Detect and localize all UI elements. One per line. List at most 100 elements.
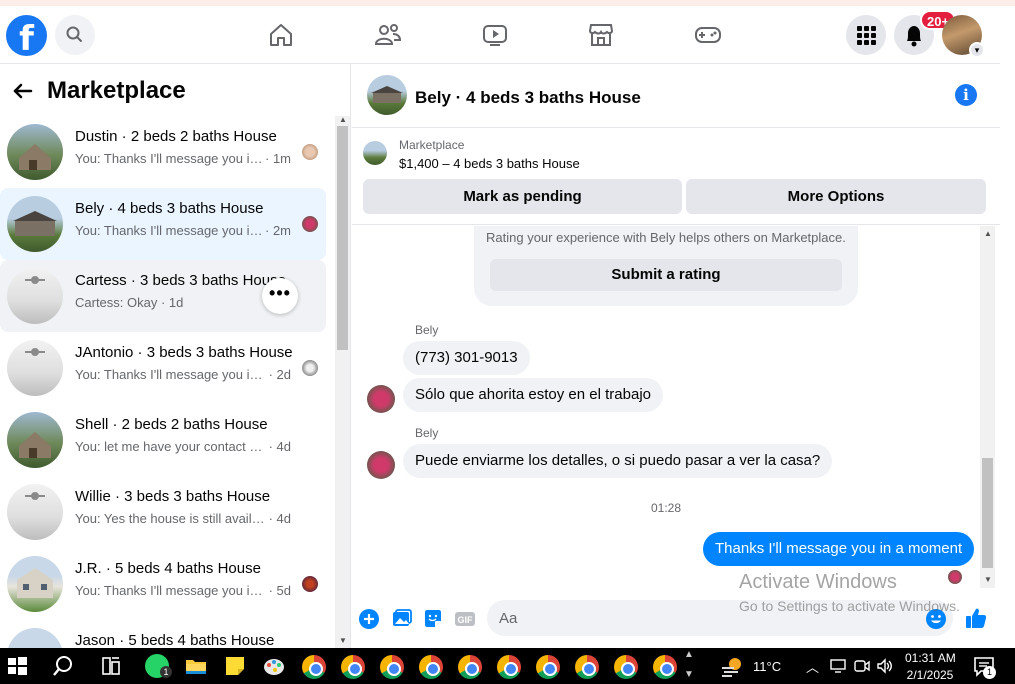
taskbar-scroll-down[interactable]: ▼	[684, 669, 694, 680]
outgoing-message[interactable]: Thanks I'll message you in a moment	[703, 532, 975, 566]
emoji-icon[interactable]	[925, 608, 947, 630]
conversation-item[interactable]: Willie · 3 beds 3 baths House You: Yes t…	[0, 476, 326, 548]
more-options-button[interactable]: More Options	[686, 179, 986, 214]
conversation-item[interactable]: Shell · 2 beds 2 baths House You: let me…	[0, 404, 326, 476]
sticky-notes-icon[interactable]	[223, 654, 247, 678]
conversation-snippet: You: Thanks I'll message you in a moment…	[75, 151, 291, 166]
incoming-message[interactable]: Puede enviarme los detalles, o si puedo …	[403, 444, 833, 478]
conversation-item[interactable]: JAntonio · 3 beds 3 baths House You: Tha…	[0, 332, 326, 404]
conversation-item[interactable]: Dustin · 2 beds 2 baths House You: Thank…	[0, 116, 326, 188]
info-icon[interactable]: i	[955, 84, 977, 106]
message-timestamp: 01:28	[650, 501, 682, 515]
listing-thumbnail	[7, 412, 63, 468]
whatsapp-icon[interactable]: 1	[145, 654, 172, 678]
listing-avatar[interactable]	[367, 75, 407, 115]
scroll-up-arrow[interactable]: ▲	[984, 229, 992, 238]
home-icon[interactable]	[266, 20, 296, 50]
sidebar-scrollbar[interactable]: ▲ ▼	[335, 115, 350, 648]
weather-icon[interactable]	[720, 654, 744, 678]
listing-thumbnail	[7, 340, 63, 396]
conversation-list: Dustin · 2 beds 2 baths House You: Thank…	[0, 116, 335, 648]
listing-thumbnail	[7, 484, 63, 540]
incoming-message[interactable]: Sólo que ahorita estoy en el trabajo	[403, 378, 663, 412]
svg-text:GIF: GIF	[458, 615, 474, 625]
submit-rating-button[interactable]: Submit a rating	[490, 259, 842, 291]
scroll-up-arrow[interactable]: ▲	[339, 115, 347, 124]
notification-count-badge: 1	[983, 666, 996, 679]
conversation-title: Bely · 4 beds 3 baths House	[75, 200, 264, 217]
listing-thumbnail	[7, 628, 63, 648]
seller-avatar	[302, 144, 318, 160]
conversation-item-hovered[interactable]: Cartess · 3 beds 3 baths House Cartess: …	[0, 260, 326, 332]
gaming-icon[interactable]	[693, 20, 723, 50]
message-input[interactable]	[487, 600, 953, 636]
chrome-icon[interactable]	[458, 655, 482, 679]
search-icon[interactable]	[51, 654, 75, 678]
chat-scrollbar[interactable]: ▲ ▼	[980, 226, 995, 588]
chrome-profile-h-icon[interactable]	[302, 655, 326, 679]
task-view-icon[interactable]	[99, 654, 123, 678]
volume-icon[interactable]	[876, 657, 894, 675]
sticker-icon[interactable]	[422, 608, 444, 630]
sender-avatar[interactable]	[367, 385, 395, 413]
windows-taskbar: 1 ▲ ▼ 11°C ︿ 01:31 AM 2/1/2025 1	[0, 648, 1015, 684]
listing-thumbnail	[7, 124, 63, 180]
temperature: 11°C	[753, 659, 782, 674]
taskbar-scroll-up[interactable]: ▲	[684, 649, 694, 660]
plus-circle-icon[interactable]	[358, 608, 380, 630]
marketplace-icon[interactable]	[586, 20, 616, 50]
file-explorer-icon[interactable]	[184, 654, 208, 678]
listing-thumbnail	[7, 268, 63, 324]
conversation-snippet: You: let me have your contact number · 4…	[75, 439, 292, 454]
facebook-logo[interactable]: f	[6, 15, 47, 56]
chrome-icon[interactable]	[536, 655, 560, 679]
chrome-icon[interactable]	[497, 655, 521, 679]
scrollbar-thumb[interactable]	[337, 126, 348, 350]
photo-icon[interactable]	[391, 608, 413, 630]
clock-time[interactable]: 01:31 AM	[905, 651, 956, 665]
sender-avatar[interactable]	[367, 451, 395, 479]
back-arrow-icon[interactable]	[10, 78, 36, 104]
like-thumb-icon[interactable]	[964, 606, 988, 630]
clock-date[interactable]: 2/1/2025	[905, 668, 955, 682]
incoming-message[interactable]: (773) 301-9013	[403, 341, 530, 375]
network-icon[interactable]	[829, 657, 847, 675]
whatsapp-badge: 1	[160, 666, 172, 678]
meet-now-icon[interactable]	[853, 657, 871, 675]
chrome-icon[interactable]	[419, 655, 443, 679]
chrome-icon[interactable]	[341, 655, 365, 679]
app-root: f 20+ ▾ Marketplace Dustin · 2 beds 2 ba…	[0, 0, 1015, 684]
message-thread: Rating your experience with Bely helps o…	[352, 226, 1000, 588]
windows-start-icon[interactable]	[5, 654, 29, 678]
chrome-icon[interactable]	[575, 655, 599, 679]
scroll-down-arrow[interactable]: ▼	[984, 575, 992, 584]
mark-as-pending-button[interactable]: Mark as pending	[363, 179, 682, 214]
listing-price[interactable]: $1,400 – 4 beds 3 baths House	[399, 156, 580, 171]
conversation-title: Shell · 2 beds 2 baths House	[75, 416, 268, 433]
conversation-item[interactable]: Jason · 5 beds 4 baths House	[0, 620, 326, 648]
sender-name: Bely	[415, 426, 439, 440]
scrollbar-thumb[interactable]	[982, 458, 993, 568]
conversation-title: Dustin · 2 beds 2 baths House	[75, 128, 277, 145]
scroll-down-arrow[interactable]: ▼	[339, 636, 347, 645]
watch-video-icon[interactable]	[480, 20, 510, 50]
account-avatar[interactable]: ▾	[942, 15, 985, 58]
seller-avatar	[302, 576, 318, 592]
chrome-icon[interactable]	[614, 655, 638, 679]
menu-button[interactable]	[846, 15, 886, 55]
search-button[interactable]	[55, 15, 95, 55]
friends-icon[interactable]	[373, 20, 403, 50]
chrome-icon[interactable]	[653, 655, 677, 679]
chrome-icon[interactable]	[380, 655, 404, 679]
conversation-title: Willie · 3 beds 3 baths House	[75, 488, 271, 505]
listing-banner: Marketplace $1,400 – 4 beds 3 baths Hous…	[352, 128, 1000, 225]
more-options-button[interactable]: •••	[262, 278, 298, 314]
gif-icon[interactable]: GIF	[454, 608, 476, 630]
conversation-item-active[interactable]: Bely · 4 beds 3 baths House You: Thanks …	[0, 188, 326, 260]
message-composer: GIF	[352, 588, 1000, 648]
paint-icon[interactable]	[262, 654, 286, 678]
conversation-item[interactable]: J.R. · 5 beds 4 baths House You: Thanks …	[0, 548, 326, 620]
conversation-snippet: You: Thanks I'll message you in a moment…	[75, 367, 292, 382]
chat-title[interactable]: Bely · 4 beds 3 baths House	[415, 88, 641, 108]
show-hidden-icons-chevron[interactable]: ︿	[806, 657, 819, 676]
